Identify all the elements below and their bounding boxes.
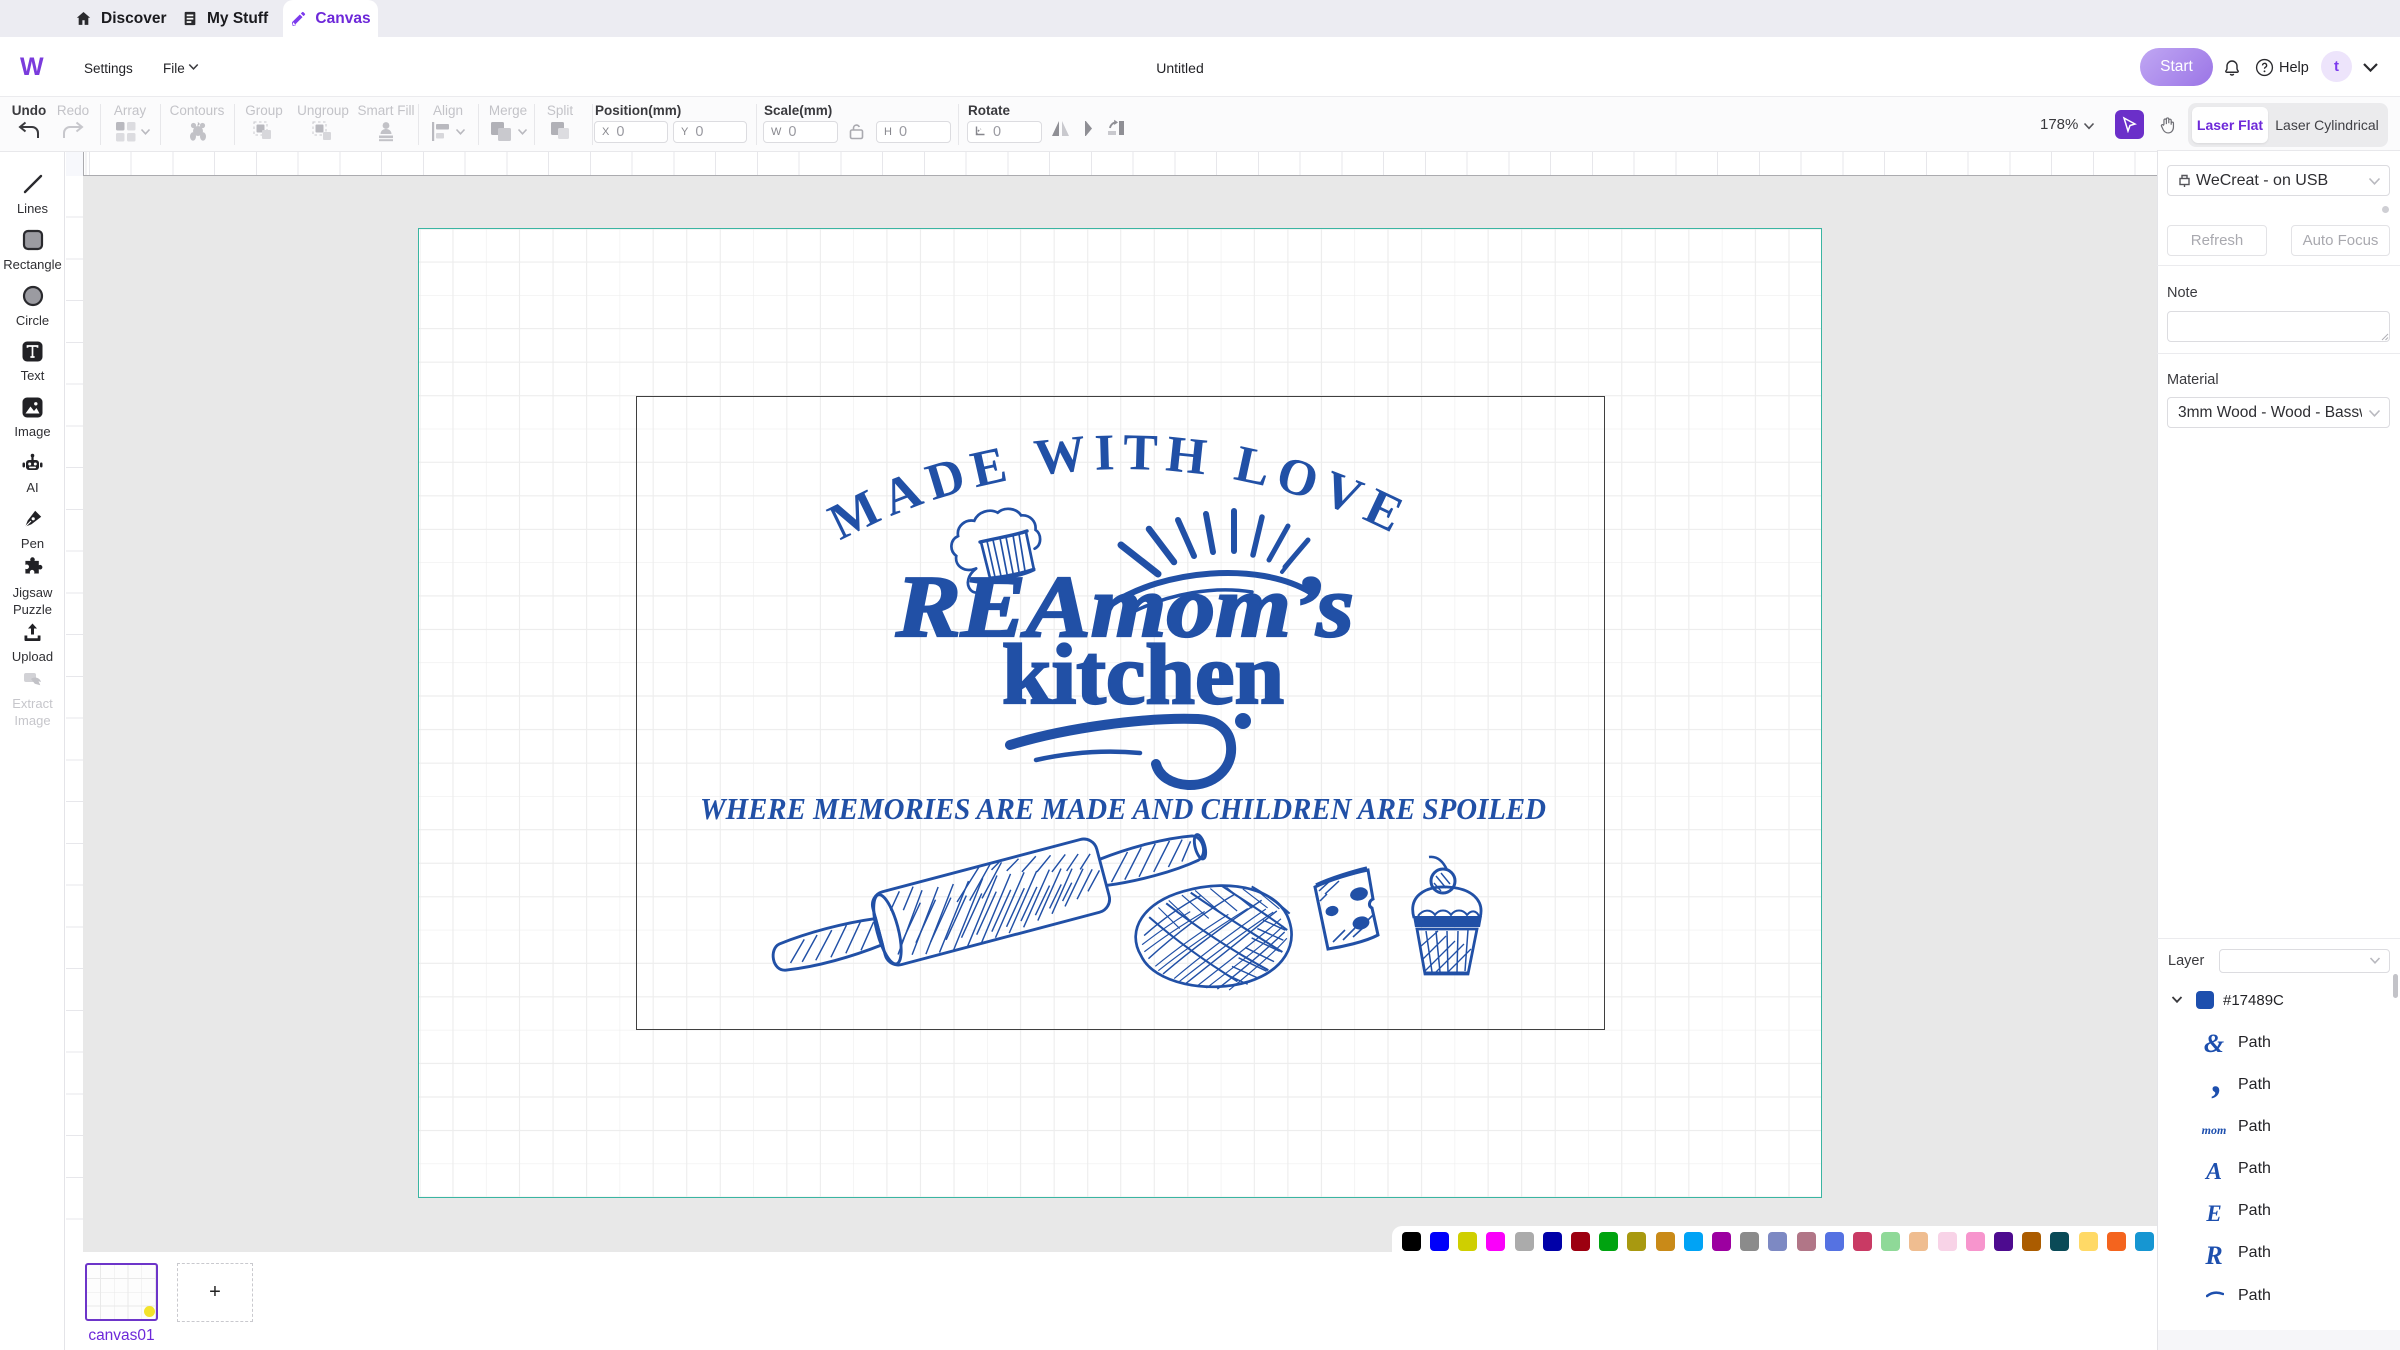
svg-text:kitchen: kitchen <box>1002 626 1284 722</box>
svg-text:WHERE MEMORIES ARE MADE AND CH: WHERE MEMORIES ARE MADE AND CHILDREN ARE… <box>700 792 1546 826</box>
svg-text:MADE WITH LOVE: MADE WITH LOVE <box>820 424 1413 551</box>
